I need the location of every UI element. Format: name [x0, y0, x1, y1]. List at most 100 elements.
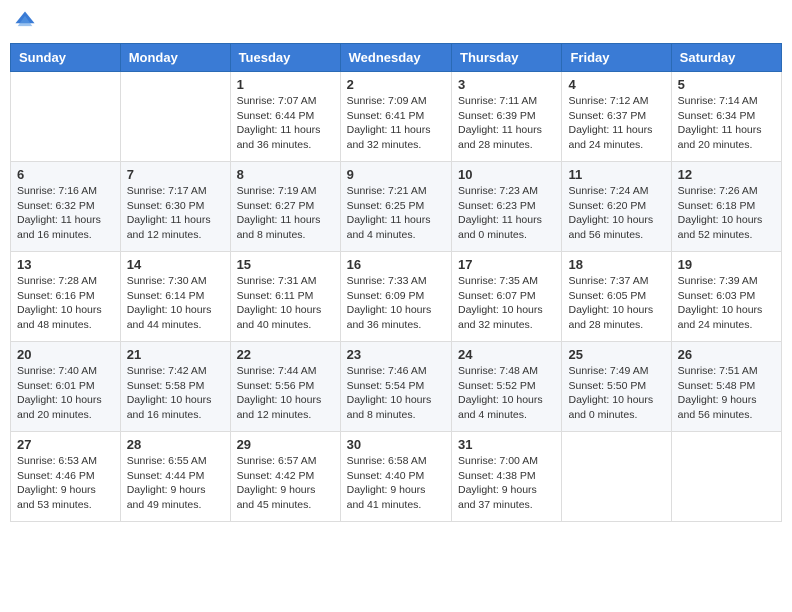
day-info: Sunrise: 7:51 AM Sunset: 5:48 PM Dayligh…	[678, 364, 775, 423]
calendar-table: SundayMondayTuesdayWednesdayThursdayFrid…	[10, 43, 782, 522]
day-number: 8	[237, 167, 334, 182]
calendar-cell: 10Sunrise: 7:23 AM Sunset: 6:23 PM Dayli…	[452, 162, 562, 252]
calendar-cell: 7Sunrise: 7:17 AM Sunset: 6:30 PM Daylig…	[120, 162, 230, 252]
weekday-header: Tuesday	[230, 44, 340, 72]
weekday-header: Saturday	[671, 44, 781, 72]
day-info: Sunrise: 7:00 AM Sunset: 4:38 PM Dayligh…	[458, 454, 555, 513]
calendar-cell: 19Sunrise: 7:39 AM Sunset: 6:03 PM Dayli…	[671, 252, 781, 342]
day-number: 13	[17, 257, 114, 272]
calendar-cell: 16 Sunrise: 7:33 AM Sunset: 6:09 PM Dayli…	[340, 252, 451, 342]
day-info: Sunrise: 7:48 AM Sunset: 5:52 PM Dayligh…	[458, 364, 555, 423]
calendar-cell: 2 Sunrise: 7:09 AM Sunset: 6:41 PM Daylig…	[340, 72, 451, 162]
day-number: 28	[127, 437, 224, 452]
calendar-cell	[11, 72, 121, 162]
calendar-cell: 13Sunrise: 7:28 AM Sunset: 6:16 PM Dayli…	[11, 252, 121, 342]
page-header	[10, 10, 782, 37]
day-info: Sunrise: 7:11 AM Sunset: 6:39 PM Dayligh…	[458, 94, 555, 153]
day-info: Sunrise: 7:30 AM Sunset: 6:14 PM Dayligh…	[127, 274, 224, 333]
calendar-cell: 14 Sunrise: 7:30 AM Sunset: 6:14 PM Dayli…	[120, 252, 230, 342]
calendar-cell: 30 Sunrise: 6:58 AM Sunset: 4:40 PM Dayli…	[340, 432, 451, 522]
day-number: 25	[568, 347, 664, 362]
day-number: 9	[347, 167, 445, 182]
calendar-cell: 28 Sunrise: 6:55 AM Sunset: 4:44 PM Dayli…	[120, 432, 230, 522]
day-info: Sunrise: 7:31 AM Sunset: 6:11 PM Dayligh…	[237, 274, 334, 333]
day-info: Sunrise: 7:19 AM Sunset: 6:27 PM Dayligh…	[237, 184, 334, 243]
day-info: Sunrise: 7:23 AM Sunset: 6:23 PM Dayligh…	[458, 184, 555, 243]
day-number: 29	[237, 437, 334, 452]
calendar-cell: 26 Sunrise: 7:51 AM Sunset: 5:48 PM Dayli…	[671, 342, 781, 432]
day-info: Sunrise: 6:53 AM Sunset: 4:46 PM Dayligh…	[17, 454, 114, 513]
weekday-header: Sunday	[11, 44, 121, 72]
calendar-week-row: 13Sunrise: 7:28 AM Sunset: 6:16 PM Dayli…	[11, 252, 782, 342]
day-info: Sunrise: 7:12 AM Sunset: 6:37 PM Dayligh…	[568, 94, 664, 153]
day-info: Sunrise: 7:40 AM Sunset: 6:01 PM Dayligh…	[17, 364, 114, 423]
calendar-cell: 11 Sunrise: 7:24 AM Sunset: 6:20 PM Dayli…	[562, 162, 671, 252]
day-number: 15	[237, 257, 334, 272]
day-number: 30	[347, 437, 445, 452]
day-number: 12	[678, 167, 775, 182]
day-number: 21	[127, 347, 224, 362]
calendar-cell: 29Sunrise: 6:57 AM Sunset: 4:42 PM Dayli…	[230, 432, 340, 522]
logo-icon	[14, 10, 36, 32]
day-info: Sunrise: 7:24 AM Sunset: 6:20 PM Dayligh…	[568, 184, 664, 243]
day-info: Sunrise: 7:35 AM Sunset: 6:07 PM Dayligh…	[458, 274, 555, 333]
calendar-cell: 21 Sunrise: 7:42 AM Sunset: 5:58 PM Dayli…	[120, 342, 230, 432]
day-number: 16	[347, 257, 445, 272]
calendar-cell	[120, 72, 230, 162]
weekday-header: Thursday	[452, 44, 562, 72]
day-info: Sunrise: 6:55 AM Sunset: 4:44 PM Dayligh…	[127, 454, 224, 513]
logo	[14, 10, 38, 37]
day-info: Sunrise: 7:26 AM Sunset: 6:18 PM Dayligh…	[678, 184, 775, 243]
day-info: Sunrise: 7:37 AM Sunset: 6:05 PM Dayligh…	[568, 274, 664, 333]
calendar-week-row: 27 Sunrise: 6:53 AM Sunset: 4:46 PM Dayli…	[11, 432, 782, 522]
calendar-cell: 18 Sunrise: 7:37 AM Sunset: 6:05 PM Dayli…	[562, 252, 671, 342]
day-number: 4	[568, 77, 664, 92]
day-info: Sunrise: 7:07 AM Sunset: 6:44 PM Dayligh…	[237, 94, 334, 153]
day-info: Sunrise: 7:21 AM Sunset: 6:25 PM Dayligh…	[347, 184, 445, 243]
calendar-cell: 12 Sunrise: 7:26 AM Sunset: 6:18 PM Dayli…	[671, 162, 781, 252]
day-number: 31	[458, 437, 555, 452]
weekday-header: Wednesday	[340, 44, 451, 72]
day-info: Sunrise: 7:14 AM Sunset: 6:34 PM Dayligh…	[678, 94, 775, 153]
calendar-cell: 20 Sunrise: 7:40 AM Sunset: 6:01 PM Dayli…	[11, 342, 121, 432]
day-number: 20	[17, 347, 114, 362]
day-number: 17	[458, 257, 555, 272]
day-number: 18	[568, 257, 664, 272]
calendar-cell: 8 Sunrise: 7:19 AM Sunset: 6:27 PM Daylig…	[230, 162, 340, 252]
calendar-cell: 6 Sunrise: 7:16 AM Sunset: 6:32 PM Daylig…	[11, 162, 121, 252]
day-number: 1	[237, 77, 334, 92]
day-number: 24	[458, 347, 555, 362]
day-number: 2	[347, 77, 445, 92]
calendar-cell: 1 Sunrise: 7:07 AM Sunset: 6:44 PM Daylig…	[230, 72, 340, 162]
calendar-week-row: 1 Sunrise: 7:07 AM Sunset: 6:44 PM Daylig…	[11, 72, 782, 162]
weekday-header: Monday	[120, 44, 230, 72]
calendar-cell: 9 Sunrise: 7:21 AM Sunset: 6:25 PM Daylig…	[340, 162, 451, 252]
day-number: 23	[347, 347, 445, 362]
calendar-week-row: 20 Sunrise: 7:40 AM Sunset: 6:01 PM Dayli…	[11, 342, 782, 432]
calendar-week-row: 6 Sunrise: 7:16 AM Sunset: 6:32 PM Daylig…	[11, 162, 782, 252]
calendar-cell: 27 Sunrise: 6:53 AM Sunset: 4:46 PM Dayli…	[11, 432, 121, 522]
day-number: 11	[568, 167, 664, 182]
calendar-cell: 25Sunrise: 7:49 AM Sunset: 5:50 PM Dayli…	[562, 342, 671, 432]
calendar-cell: 24 Sunrise: 7:48 AM Sunset: 5:52 PM Dayli…	[452, 342, 562, 432]
day-info: Sunrise: 6:58 AM Sunset: 4:40 PM Dayligh…	[347, 454, 445, 513]
calendar-cell: 4 Sunrise: 7:12 AM Sunset: 6:37 PM Daylig…	[562, 72, 671, 162]
day-number: 27	[17, 437, 114, 452]
day-number: 26	[678, 347, 775, 362]
calendar-cell: 3 Sunrise: 7:11 AM Sunset: 6:39 PM Daylig…	[452, 72, 562, 162]
calendar-cell	[562, 432, 671, 522]
day-number: 14	[127, 257, 224, 272]
day-number: 3	[458, 77, 555, 92]
day-number: 5	[678, 77, 775, 92]
day-number: 6	[17, 167, 114, 182]
day-info: Sunrise: 7:16 AM Sunset: 6:32 PM Dayligh…	[17, 184, 114, 243]
day-info: Sunrise: 7:09 AM Sunset: 6:41 PM Dayligh…	[347, 94, 445, 153]
day-info: Sunrise: 7:33 AM Sunset: 6:09 PM Dayligh…	[347, 274, 445, 333]
calendar-cell: 22Sunrise: 7:44 AM Sunset: 5:56 PM Dayli…	[230, 342, 340, 432]
day-info: Sunrise: 7:44 AM Sunset: 5:56 PM Dayligh…	[237, 364, 334, 423]
day-number: 19	[678, 257, 775, 272]
day-info: Sunrise: 7:42 AM Sunset: 5:58 PM Dayligh…	[127, 364, 224, 423]
weekday-header: Friday	[562, 44, 671, 72]
day-number: 7	[127, 167, 224, 182]
weekday-header-row: SundayMondayTuesdayWednesdayThursdayFrid…	[11, 44, 782, 72]
